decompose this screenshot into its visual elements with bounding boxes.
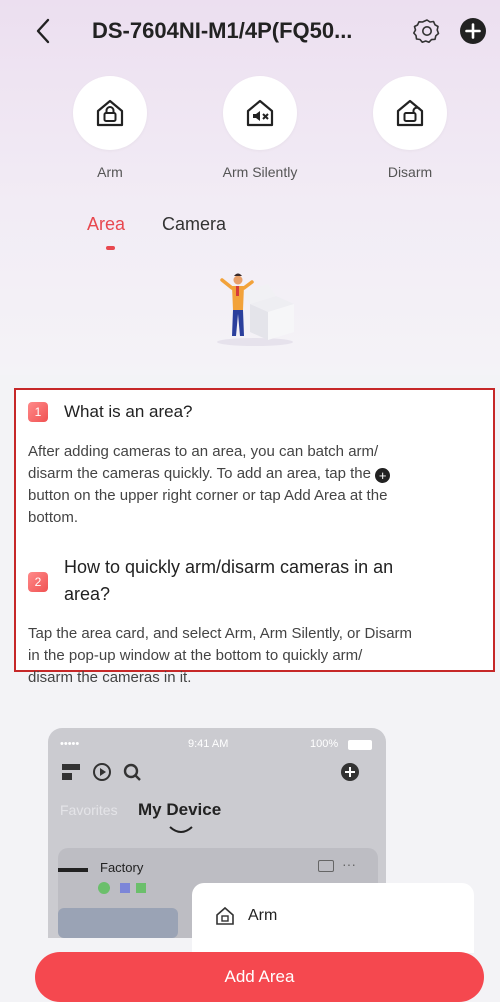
chevron-left-icon <box>36 18 50 44</box>
search-icon <box>122 762 142 787</box>
status-battery-text: 100% <box>310 738 339 750</box>
disarm-mode-button[interactable]: Disarm <box>340 76 480 180</box>
card-bar <box>58 868 88 872</box>
area-camera-tabs: Area Camera <box>0 210 500 250</box>
preview-tab-favorites: Favorites <box>60 802 118 818</box>
status-square-icon <box>120 883 130 893</box>
device-title: DS-7604NI-M1/4P(FQ50... <box>92 18 353 43</box>
question-number-badge: 2 <box>28 572 48 592</box>
plus-circle-icon: + <box>375 468 391 483</box>
question-title: How to quickly arm/disarm cameras in an <box>64 557 394 577</box>
status-dot-icon <box>98 882 110 894</box>
unlock-house-icon <box>396 99 424 127</box>
battery-icon <box>348 740 372 750</box>
card-more: ··· <box>342 856 356 872</box>
answer-text-line: button on the upper right corner or tap … <box>28 487 388 504</box>
lock-house-icon <box>96 99 124 127</box>
answer-text-line: in the pop-up window at the bottom to qu… <box>28 647 363 664</box>
header: DS-7604NI-M1/4P(FQ50... <box>0 0 500 62</box>
answer-text-line: disarm the cameras quickly. To add an ar… <box>28 465 371 482</box>
popup-arm-label: Arm <box>248 907 278 924</box>
answer-text-line: Tap the area card, and select Arm, Arm S… <box>28 625 413 642</box>
play-icon <box>92 762 112 787</box>
screen-icon <box>318 860 334 872</box>
answer-text-line-with-icon: disarm the cameras quickly. To add an ar… <box>28 463 391 485</box>
gear-icon <box>413 19 440 43</box>
lock-house-icon <box>214 905 236 932</box>
back-button[interactable] <box>28 14 58 48</box>
answer-text-line: bottom. <box>28 509 79 526</box>
arm-mode-button[interactable]: Arm <box>40 76 180 180</box>
tab-area[interactable]: Area <box>87 214 125 235</box>
preview-popup: Arm <box>192 883 474 953</box>
add-area-button[interactable]: Add Area <box>35 952 484 1002</box>
empty-state-illustration <box>210 262 300 347</box>
question-number-badge: 1 <box>28 402 48 422</box>
arm-label: Arm <box>97 164 123 180</box>
grid-icon <box>62 764 80 780</box>
muted-house-icon <box>246 99 274 127</box>
disarm-label: Disarm <box>387 164 433 180</box>
status-time: 9:41 AM <box>188 738 229 750</box>
person-with-box-illustration <box>217 273 294 346</box>
answer-text-line: disarm the cameras in it. <box>28 669 192 686</box>
question-title: What is an area? <box>64 402 193 421</box>
arm-mode-circle[interactable] <box>73 76 147 150</box>
camera-thumbnails <box>58 908 178 938</box>
card-name: Factory <box>100 860 144 875</box>
settings-button[interactable] <box>412 16 442 46</box>
preview-tab-my-device: My Device <box>138 800 222 819</box>
plus-circle-icon <box>340 762 360 787</box>
arm-silently-label: Arm Silently <box>222 164 298 180</box>
active-tab-indicator <box>106 246 115 250</box>
add-area-plus-button[interactable] <box>458 16 488 46</box>
arm-silently-mode-button[interactable]: Arm Silently <box>190 76 330 180</box>
disarm-mode-circle[interactable] <box>373 76 447 150</box>
status-square-icon <box>136 883 146 893</box>
area-help-panel: 1 What is an area? After adding cameras … <box>14 388 495 686</box>
answer-text-line: After adding cameras to an area, you can… <box>28 443 379 460</box>
tab-camera[interactable]: Camera <box>162 214 226 235</box>
status-signal: ••••• <box>60 738 80 750</box>
question-title: area? <box>64 584 111 604</box>
arm-silently-mode-circle[interactable] <box>223 76 297 150</box>
plus-circle-icon <box>460 18 486 44</box>
smile-indicator <box>168 822 194 840</box>
